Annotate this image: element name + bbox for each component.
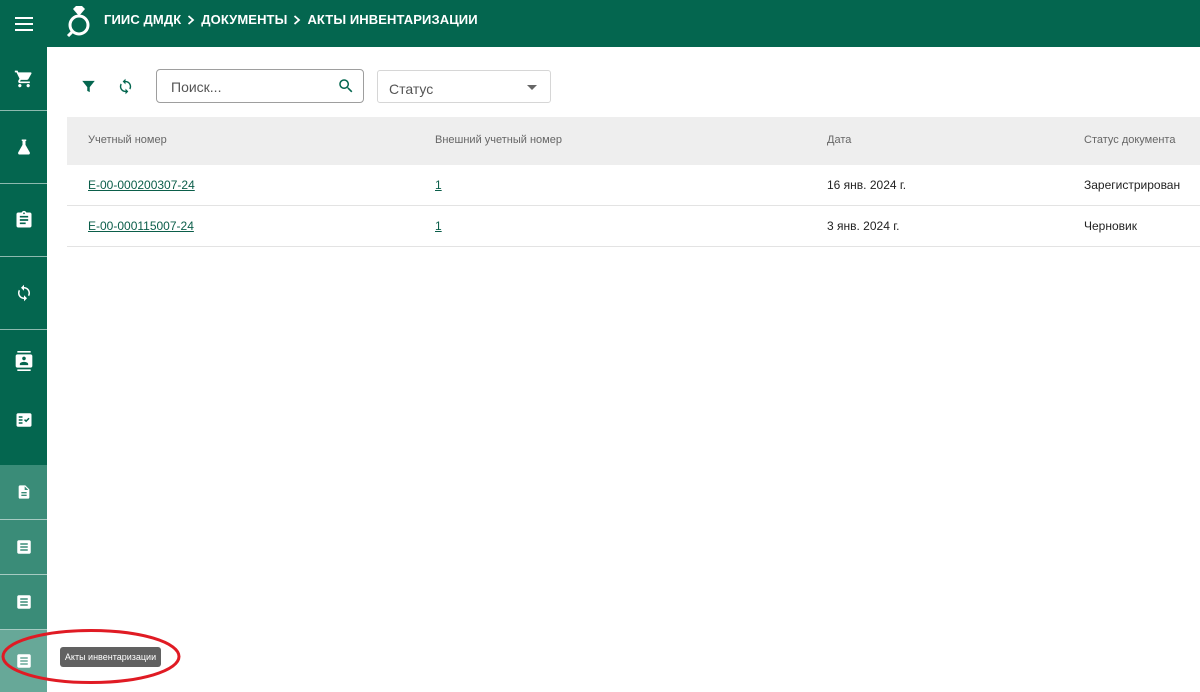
search-input[interactable] — [171, 77, 331, 97]
column-header-external-number[interactable]: Внешний учетный номер — [435, 134, 562, 146]
table-header: Учетный номер Внешний учетный номер Дата… — [67, 117, 1200, 165]
annotation-ellipse — [1, 629, 181, 684]
search-icon[interactable] — [337, 77, 355, 95]
date-cell: 3 янв. 2024 г. — [827, 219, 900, 233]
breadcrumb-item-inventory-acts: АКТЫ ИНВЕНТАРИЗАЦИИ — [307, 12, 478, 27]
top-bar: ГИИС ДМДК ДОКУМЕНТЫ АКТЫ ИНВЕНТАРИЗАЦИИ — [0, 0, 1200, 47]
list-document-icon[interactable] — [0, 520, 47, 574]
filter-icon[interactable] — [78, 76, 98, 96]
breadcrumb: ГИИС ДМДК ДОКУМЕНТЫ АКТЫ ИНВЕНТАРИЗАЦИИ — [104, 12, 478, 27]
table-row[interactable]: E-00-000115007-24 1 3 янв. 2024 г. Черно… — [67, 206, 1200, 247]
breadcrumb-item-documents[interactable]: ДОКУМЕНТЫ — [201, 12, 287, 27]
date-cell: 16 янв. 2024 г. — [827, 178, 907, 192]
column-header-status[interactable]: Статус документа — [1084, 134, 1175, 146]
search-field — [156, 69, 364, 103]
breadcrumb-item-giis[interactable]: ГИИС ДМДК — [104, 12, 181, 27]
status-select[interactable]: Статус — [377, 70, 551, 103]
document-icon[interactable] — [0, 465, 47, 519]
menu-icon[interactable] — [0, 0, 47, 47]
status-select-label: Статус — [389, 81, 434, 97]
external-number-link[interactable]: 1 — [435, 219, 442, 233]
list-document-icon[interactable] — [0, 575, 47, 629]
column-header-date[interactable]: Дата — [827, 134, 851, 146]
inventory-acts-table: Учетный номер Внешний учетный номер Дата… — [67, 117, 1200, 247]
column-header-account-number[interactable]: Учетный номер — [88, 134, 167, 146]
status-cell: Черновик — [1084, 219, 1137, 233]
contact-card-icon[interactable] — [0, 330, 47, 392]
account-number-link[interactable]: E-00-000200307-24 — [88, 178, 195, 192]
table-row[interactable]: E-00-000200307-24 1 16 янв. 2024 г. Заре… — [67, 165, 1200, 206]
external-number-link[interactable]: 1 — [435, 178, 442, 192]
clipboard-icon[interactable] — [0, 184, 47, 256]
checklist-icon[interactable] — [0, 392, 47, 447]
caret-down-icon — [527, 85, 537, 90]
sidebar — [0, 47, 47, 692]
ring-logo-icon — [66, 5, 94, 38]
flask-icon[interactable] — [0, 111, 47, 183]
status-cell: Зарегистрирован — [1084, 178, 1181, 192]
account-number-link[interactable]: E-00-000115007-24 — [88, 219, 194, 233]
app-root: ГИИС ДМДК ДОКУМЕНТЫ АКТЫ ИНВЕНТАРИЗАЦИИ — [0, 0, 1200, 692]
cart-icon[interactable] — [0, 47, 47, 110]
refresh-icon[interactable] — [115, 75, 135, 97]
chevron-right-icon — [187, 14, 195, 25]
chevron-right-icon — [293, 14, 301, 25]
sync-icon[interactable] — [0, 257, 47, 329]
